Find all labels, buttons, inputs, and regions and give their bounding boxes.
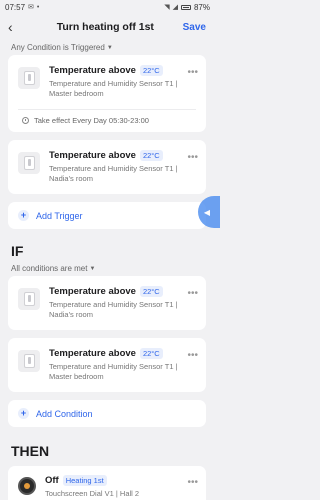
- action-value: Heating 1st: [62, 475, 107, 486]
- more-options-icon[interactable]: •••: [183, 67, 198, 78]
- effective-period: Take effect Every Day 05:30-23:00: [34, 116, 149, 125]
- clock-icon: [22, 117, 29, 124]
- plus-icon: +: [18, 408, 29, 419]
- battery-level: 87%: [193, 2, 210, 12]
- status-bar: 07:57 ✉ • ◥ ◢ 87%: [0, 0, 214, 14]
- action-card[interactable]: Off Heating 1st Touchscreen Dial V1 | Ha…: [8, 466, 206, 500]
- device-description: Temperature and Humidity Sensor T1 | Nad…: [49, 164, 178, 183]
- add-condition-button[interactable]: + Add Condition: [8, 400, 206, 427]
- signal-icon: ◢: [172, 4, 178, 11]
- chevron-left-icon: ◀: [203, 207, 211, 217]
- trigger-mode-dropdown[interactable]: Any Condition is Triggered ▼: [0, 40, 214, 55]
- condition-value: 22°C: [139, 348, 163, 359]
- action-name: Off: [45, 475, 59, 486]
- sensor-thumbnail: [18, 288, 40, 310]
- add-condition-label: Add Condition: [36, 408, 93, 419]
- notification-icon: ✉: [28, 4, 34, 11]
- caret-down-icon: ▼: [106, 44, 113, 51]
- condition-mode-label: All conditions are met: [11, 264, 88, 273]
- page-title: Turn heating off 1st: [56, 21, 154, 33]
- dial-thumbnail: [18, 477, 36, 495]
- condition-card-1[interactable]: Temperature above 22°C Temperature and H…: [8, 276, 206, 330]
- plus-icon: +: [18, 210, 29, 221]
- battery-icon: [180, 4, 191, 10]
- effective-period-row[interactable]: Take effect Every Day 05:30-23:00: [8, 110, 206, 132]
- condition-card-2[interactable]: Temperature above 22°C Temperature and H…: [8, 338, 206, 392]
- condition-value: 22°C: [139, 150, 163, 161]
- back-arrow-icon[interactable]: ‹: [8, 19, 28, 35]
- trigger-card-1[interactable]: Temperature above 22°C Temperature and H…: [8, 55, 206, 132]
- more-notifications-icon: •: [36, 3, 40, 11]
- device-description: Temperature and Humidity Sensor T1 | Mas…: [49, 362, 178, 381]
- condition-value: 22°C: [139, 65, 163, 76]
- add-trigger-button[interactable]: + Add Trigger: [8, 202, 206, 229]
- save-button[interactable]: Save: [183, 22, 206, 33]
- condition-mode-dropdown[interactable]: All conditions are met ▼: [0, 261, 214, 276]
- condition-name: Temperature above: [49, 65, 136, 76]
- nav-bar: ‹ Turn heating off 1st Save: [0, 14, 214, 40]
- condition-name: Temperature above: [49, 286, 136, 297]
- caret-down-icon: ▼: [89, 265, 96, 272]
- condition-name: Temperature above: [49, 348, 136, 359]
- sensor-thumbnail: [18, 350, 40, 372]
- more-options-icon[interactable]: •••: [183, 288, 198, 299]
- more-options-icon[interactable]: •••: [183, 477, 198, 488]
- wifi-icon: ◥: [164, 4, 170, 11]
- condition-value: 22°C: [139, 286, 163, 297]
- sensor-thumbnail: [18, 152, 40, 174]
- more-options-icon[interactable]: •••: [183, 152, 198, 163]
- condition-name: Temperature above: [49, 150, 136, 161]
- trigger-card-2[interactable]: Temperature above 22°C Temperature and H…: [8, 140, 206, 194]
- device-description: Touchscreen Dial V1 | Hall 2: [45, 489, 140, 498]
- then-heading: THEN: [11, 443, 50, 459]
- if-heading: IF: [11, 243, 24, 259]
- device-description: Temperature and Humidity Sensor T1 | Nad…: [49, 300, 178, 319]
- status-time: 07:57: [5, 2, 26, 12]
- device-description: Temperature and Humidity Sensor T1 | Mas…: [49, 79, 178, 98]
- add-trigger-label: Add Trigger: [36, 210, 83, 221]
- more-options-icon[interactable]: •••: [183, 350, 198, 361]
- sensor-thumbnail: [18, 67, 40, 89]
- trigger-mode-label: Any Condition is Triggered: [11, 43, 105, 52]
